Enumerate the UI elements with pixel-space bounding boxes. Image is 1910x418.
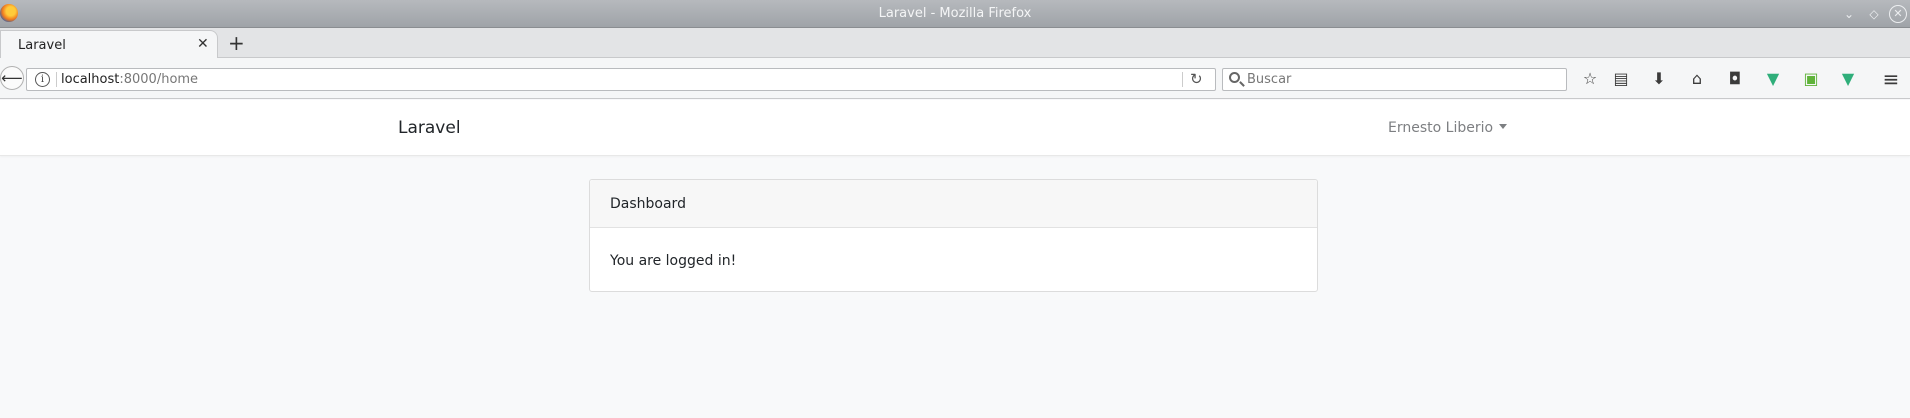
new-tab-icon[interactable]: + [228, 33, 245, 53]
url-host: localhost [61, 72, 120, 87]
maximize-icon[interactable]: ◇ [1866, 6, 1882, 22]
url-divider [56, 72, 57, 87]
search-icon [1229, 72, 1240, 83]
pocket-icon[interactable]: ◘ [1723, 68, 1747, 90]
brand-link[interactable]: Laravel [398, 118, 461, 138]
minimize-icon[interactable]: ⌄ [1841, 6, 1857, 22]
user-dropdown[interactable]: Ernesto Liberio [1388, 120, 1508, 136]
url-path: :8000/home [119, 72, 199, 87]
search-input[interactable] [1247, 70, 1557, 89]
card-body-text: You are logged in! [610, 253, 737, 269]
site-info-icon[interactable]: i [35, 72, 50, 87]
window-title: Laravel - Mozilla Firefox [878, 6, 1032, 21]
window-titlebar: Laravel - Mozilla Firefox ⌄ ◇ ✕ [0, 0, 1910, 28]
tab-laravel[interactable]: Laravel ✕ [0, 30, 218, 59]
back-button-icon[interactable]: ⟵ [0, 66, 24, 90]
browser-toolbar: ⟵ i localhost:8000/home ↻ ☆ ▤ ⬇ ⌂ ◘ ▼ ▣ … [0, 58, 1910, 99]
search-bar[interactable] [1222, 68, 1567, 91]
url-bar[interactable]: i localhost:8000/home ↻ [26, 68, 1216, 91]
home-icon[interactable]: ⌂ [1685, 68, 1709, 90]
caret-down-icon [1499, 124, 1508, 129]
user-name: Ernesto Liberio [1388, 120, 1494, 136]
dashboard-card: Dashboard You are logged in! [589, 179, 1318, 292]
menu-icon[interactable]: ≡ [1879, 68, 1903, 90]
bookmark-star-icon[interactable]: ☆ [1578, 68, 1602, 90]
reading-list-icon[interactable]: ▤ [1609, 68, 1633, 90]
reload-icon[interactable]: ↻ [1190, 70, 1203, 88]
tab-label: Laravel [18, 38, 66, 53]
close-window-icon[interactable]: ✕ [1889, 5, 1907, 23]
tab-strip: Laravel ✕ [0, 28, 1910, 59]
downloads-icon[interactable]: ⬇ [1647, 68, 1671, 90]
card-header: Dashboard [590, 180, 1317, 228]
tab-close-icon[interactable]: ✕ [197, 36, 209, 52]
url-text[interactable]: localhost:8000/home [61, 72, 198, 87]
reload-divider [1182, 72, 1183, 87]
vue-extension-icon[interactable]: ▼ [1836, 68, 1860, 90]
vue-devtools-icon[interactable]: ▼ [1761, 68, 1785, 90]
site-navbar: Laravel Ernesto Liberio [0, 100, 1910, 156]
extension-green-icon[interactable]: ▣ [1799, 68, 1823, 90]
card-title: Dashboard [610, 196, 686, 212]
